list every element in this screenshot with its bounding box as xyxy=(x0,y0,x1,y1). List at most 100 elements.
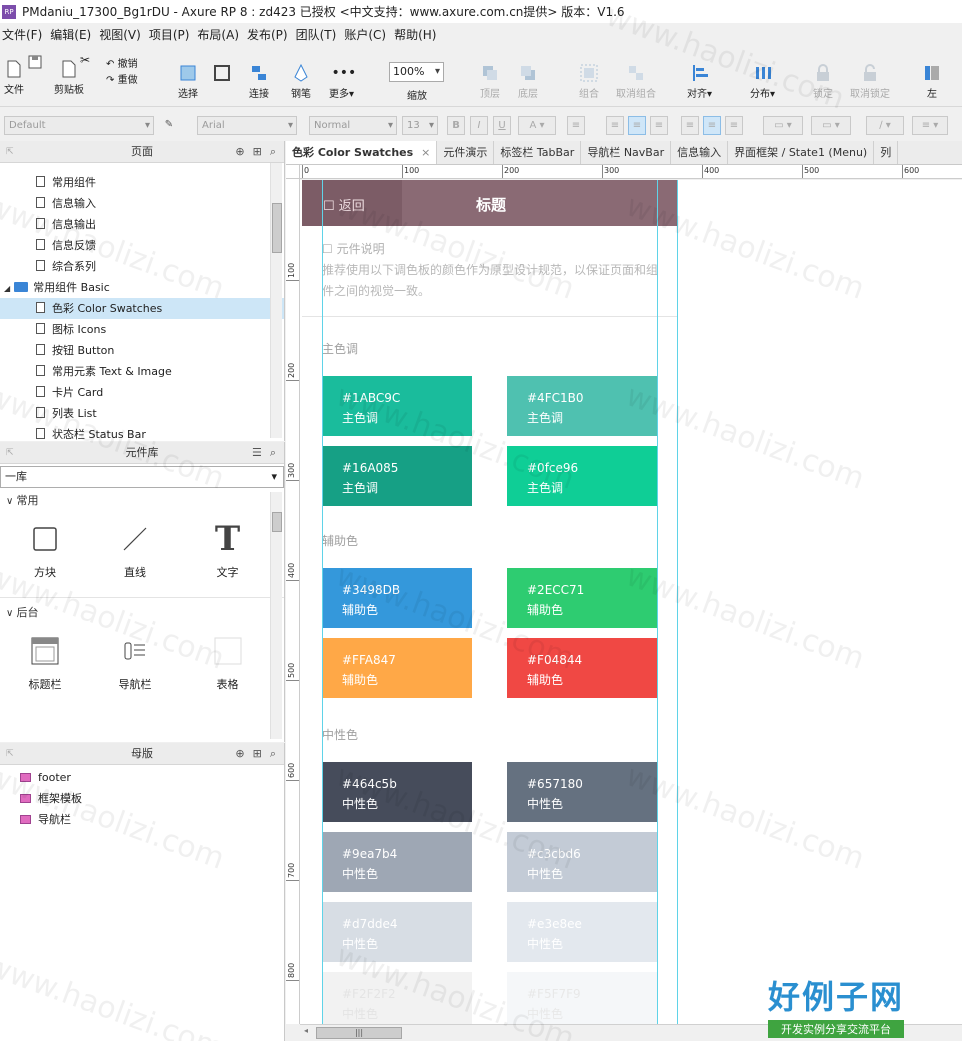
ungroup-button[interactable]: 取消组合 xyxy=(616,63,656,100)
pages-scrollbar[interactable] xyxy=(270,163,282,438)
page-tab[interactable]: 界面框架 / State1 (Menu) xyxy=(728,141,875,164)
page-tree-item[interactable]: 综合系列 xyxy=(0,256,284,277)
zoom-select[interactable]: 100% xyxy=(389,62,444,82)
panel-collapse-icon[interactable]: ⇱ xyxy=(6,442,14,464)
distribute-button[interactable]: 分布▾ xyxy=(750,63,775,100)
bold-button[interactable]: B xyxy=(447,116,465,135)
save-button[interactable] xyxy=(28,55,42,71)
add-page-icon[interactable]: ⊕ xyxy=(235,141,244,163)
valign-middle-button[interactable]: ≡ xyxy=(703,116,721,135)
more-button[interactable]: ••• 更多▾ xyxy=(329,63,356,100)
page-tree-item[interactable]: 常用元素 Text & Image xyxy=(0,361,284,382)
library-group-title[interactable]: ∨ 常用 xyxy=(0,490,284,512)
color-swatch[interactable]: #e3e8ee 中性色 xyxy=(507,902,657,962)
valign-top-button[interactable]: ≡ xyxy=(681,116,699,135)
group-button[interactable]: 组合 xyxy=(579,63,599,100)
italic-button[interactable]: I xyxy=(470,116,488,135)
color-swatch[interactable]: #464c5b 中性色 xyxy=(322,762,472,822)
add-folder-icon[interactable]: ⊞ xyxy=(253,141,262,163)
color-swatch[interactable]: #F2F2F2 中性色 xyxy=(322,972,472,1024)
underline-button[interactable]: U xyxy=(493,116,511,135)
align-center-button[interactable]: ≡ xyxy=(628,116,646,135)
shadow-button[interactable]: ▭ ▾ xyxy=(811,116,851,135)
master-item[interactable]: footer xyxy=(0,767,284,788)
page-tab[interactable]: 元件演示 xyxy=(437,141,495,164)
line-color-button[interactable]: ∕ ▾ xyxy=(866,116,904,135)
library-group-title[interactable]: ∨ 后台 xyxy=(0,602,284,624)
connect-button[interactable]: 连接 xyxy=(249,63,269,100)
page-tree-item[interactable]: ◢ 常用组件 Basic xyxy=(0,277,284,298)
menu-item[interactable]: 账户(C) xyxy=(342,26,392,43)
color-swatch[interactable]: #F04844 辅助色 xyxy=(507,638,657,698)
search-icon[interactable]: ⌕ xyxy=(270,141,276,163)
page-tree-item[interactable]: 卡片 Card xyxy=(0,382,284,403)
design-canvas[interactable]: ☐ 返回 标题 ☐ 元件说明 推荐使用以下调色板的颜色作为原型设计规范，以保证页… xyxy=(300,180,962,1024)
align-button[interactable]: 对齐▾ xyxy=(687,63,712,100)
page-tree-item[interactable]: 信息输出 xyxy=(0,214,284,235)
widget-item[interactable]: 表格 xyxy=(180,624,275,709)
color-swatch[interactable]: #c3cbd6 中性色 xyxy=(507,832,657,892)
color-swatch[interactable]: #657180 中性色 xyxy=(507,762,657,822)
color-swatch[interactable]: #9ea7b4 中性色 xyxy=(322,832,472,892)
panel-collapse-icon[interactable]: ⇱ xyxy=(6,141,14,163)
line-width-button[interactable]: ≡ ▾ xyxy=(912,116,948,135)
align-left-button[interactable]: ≡ xyxy=(606,116,624,135)
library-scroll-thumb[interactable] xyxy=(272,512,282,532)
page-tab[interactable]: 列 xyxy=(874,141,899,164)
color-swatch[interactable]: #4FC1B0 主色调 xyxy=(507,376,657,436)
menu-item[interactable]: 团队(T) xyxy=(294,26,343,43)
search-icon[interactable]: ⌕ xyxy=(270,442,276,464)
color-swatch[interactable]: #3498DB 辅助色 xyxy=(322,568,472,628)
widget-item[interactable]: 导航栏 xyxy=(90,624,180,709)
page-tree-item[interactable]: 色彩 Color Swatches xyxy=(0,298,284,319)
menu-icon[interactable]: ☰ xyxy=(252,442,262,464)
menu-item[interactable]: 视图(V) xyxy=(97,26,147,43)
page-tree-item[interactable]: 按钮 Button xyxy=(0,340,284,361)
color-swatch[interactable]: #1ABC9C 主色调 xyxy=(322,376,472,436)
left-button[interactable]: 左 xyxy=(922,63,942,100)
master-item[interactable]: 导航栏 xyxy=(0,809,284,830)
select-button[interactable]: 选择 xyxy=(178,63,198,100)
search-icon[interactable]: ⌕ xyxy=(270,743,276,765)
expand-arrow-icon[interactable]: ◢ xyxy=(4,284,10,293)
send-bottom-button[interactable]: 底层 xyxy=(518,63,538,100)
bullet-button[interactable]: ≡ xyxy=(567,116,585,135)
collapse-arrow-icon[interactable]: ∨ xyxy=(6,608,17,619)
style-edit-icon[interactable]: ✎ xyxy=(160,116,178,135)
color-swatch[interactable]: #16A085 主色调 xyxy=(322,446,472,506)
library-select[interactable]: 一库 xyxy=(0,466,284,488)
align-right-button[interactable]: ≡ xyxy=(650,116,668,135)
page-tree-item[interactable]: 状态栏 Status Bar xyxy=(0,424,284,441)
page-tab[interactable]: 色彩 Color Swatches × xyxy=(286,141,438,164)
pen-button[interactable]: 钢笔 xyxy=(291,63,311,100)
file-button[interactable]: 文件 xyxy=(4,59,24,96)
collapse-arrow-icon[interactable]: ∨ xyxy=(6,496,17,507)
color-swatch[interactable]: #d7dde4 中性色 xyxy=(322,902,472,962)
font-color-button[interactable]: A ▾ xyxy=(518,116,556,135)
frame-select-button[interactable] xyxy=(212,63,232,85)
page-tree-item[interactable]: 信息输入 xyxy=(0,193,284,214)
canvas-navbar[interactable]: ☐ 返回 标题 xyxy=(302,180,677,226)
unlock-button[interactable]: 取消锁定 xyxy=(850,63,890,100)
panel-collapse-icon[interactable]: ⇱ xyxy=(6,743,14,765)
menu-item[interactable]: 编辑(E) xyxy=(48,26,97,43)
color-swatch[interactable]: #FFA847 辅助色 xyxy=(322,638,472,698)
scroll-left-icon[interactable]: ◂ xyxy=(304,1026,308,1035)
bring-top-button[interactable]: 顶层 xyxy=(480,63,500,100)
widget-item[interactable]: T 文字 xyxy=(180,512,275,597)
redo-button[interactable]: ↷ 重做 xyxy=(106,71,138,86)
widget-item[interactable]: 标题栏 xyxy=(0,624,90,709)
library-scrollbar[interactable] xyxy=(270,492,282,739)
page-tree-item[interactable]: 信息反馈 xyxy=(0,235,284,256)
page-tab[interactable]: 标签栏 TabBar xyxy=(494,141,582,164)
cut-icon[interactable]: ✂ xyxy=(80,53,90,67)
menu-item[interactable]: 布局(A) xyxy=(195,26,245,43)
valign-bottom-button[interactable]: ≡ xyxy=(725,116,743,135)
add-master-icon[interactable]: ⊕ xyxy=(235,743,244,765)
page-tree-item[interactable]: 图标 Icons xyxy=(0,319,284,340)
lock-button[interactable]: 锁定 xyxy=(813,63,833,100)
menu-item[interactable]: 发布(P) xyxy=(245,26,294,43)
widget-item[interactable]: 方块 xyxy=(0,512,90,597)
widget-item[interactable]: 直线 xyxy=(90,512,180,597)
page-tree-item[interactable]: 列表 List xyxy=(0,403,284,424)
